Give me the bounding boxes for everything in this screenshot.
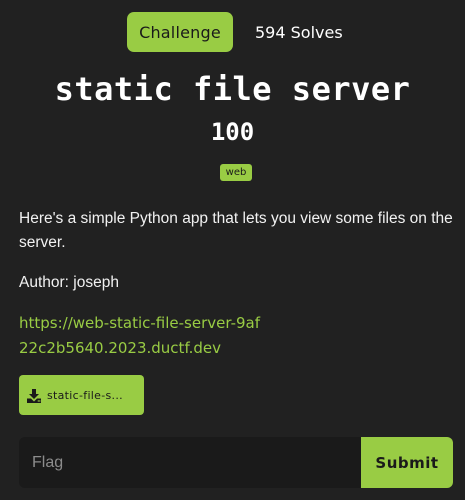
challenge-author: Author: joseph [19,274,119,291]
challenge-tabs: Challenge 594 Solves [127,12,349,52]
flag-form: Submit [19,437,453,488]
challenge-title: static file server [54,70,411,108]
download-file-button[interactable]: static-file-s... [19,375,144,415]
download-file-label: static-file-s... [47,388,123,402]
challenge-link[interactable]: https://web-static-file-server-9af22c2b5… [19,311,269,361]
flag-input[interactable] [19,437,361,488]
download-icon [27,388,41,403]
challenge-description: Here's a simple Python app that lets you… [19,210,453,251]
submit-button[interactable]: Submit [361,437,453,488]
tab-solves[interactable]: 594 Solves [249,12,349,52]
challenge-points: 100 [210,118,255,146]
category-badge: web [220,164,252,181]
tab-challenge[interactable]: Challenge [127,12,233,52]
